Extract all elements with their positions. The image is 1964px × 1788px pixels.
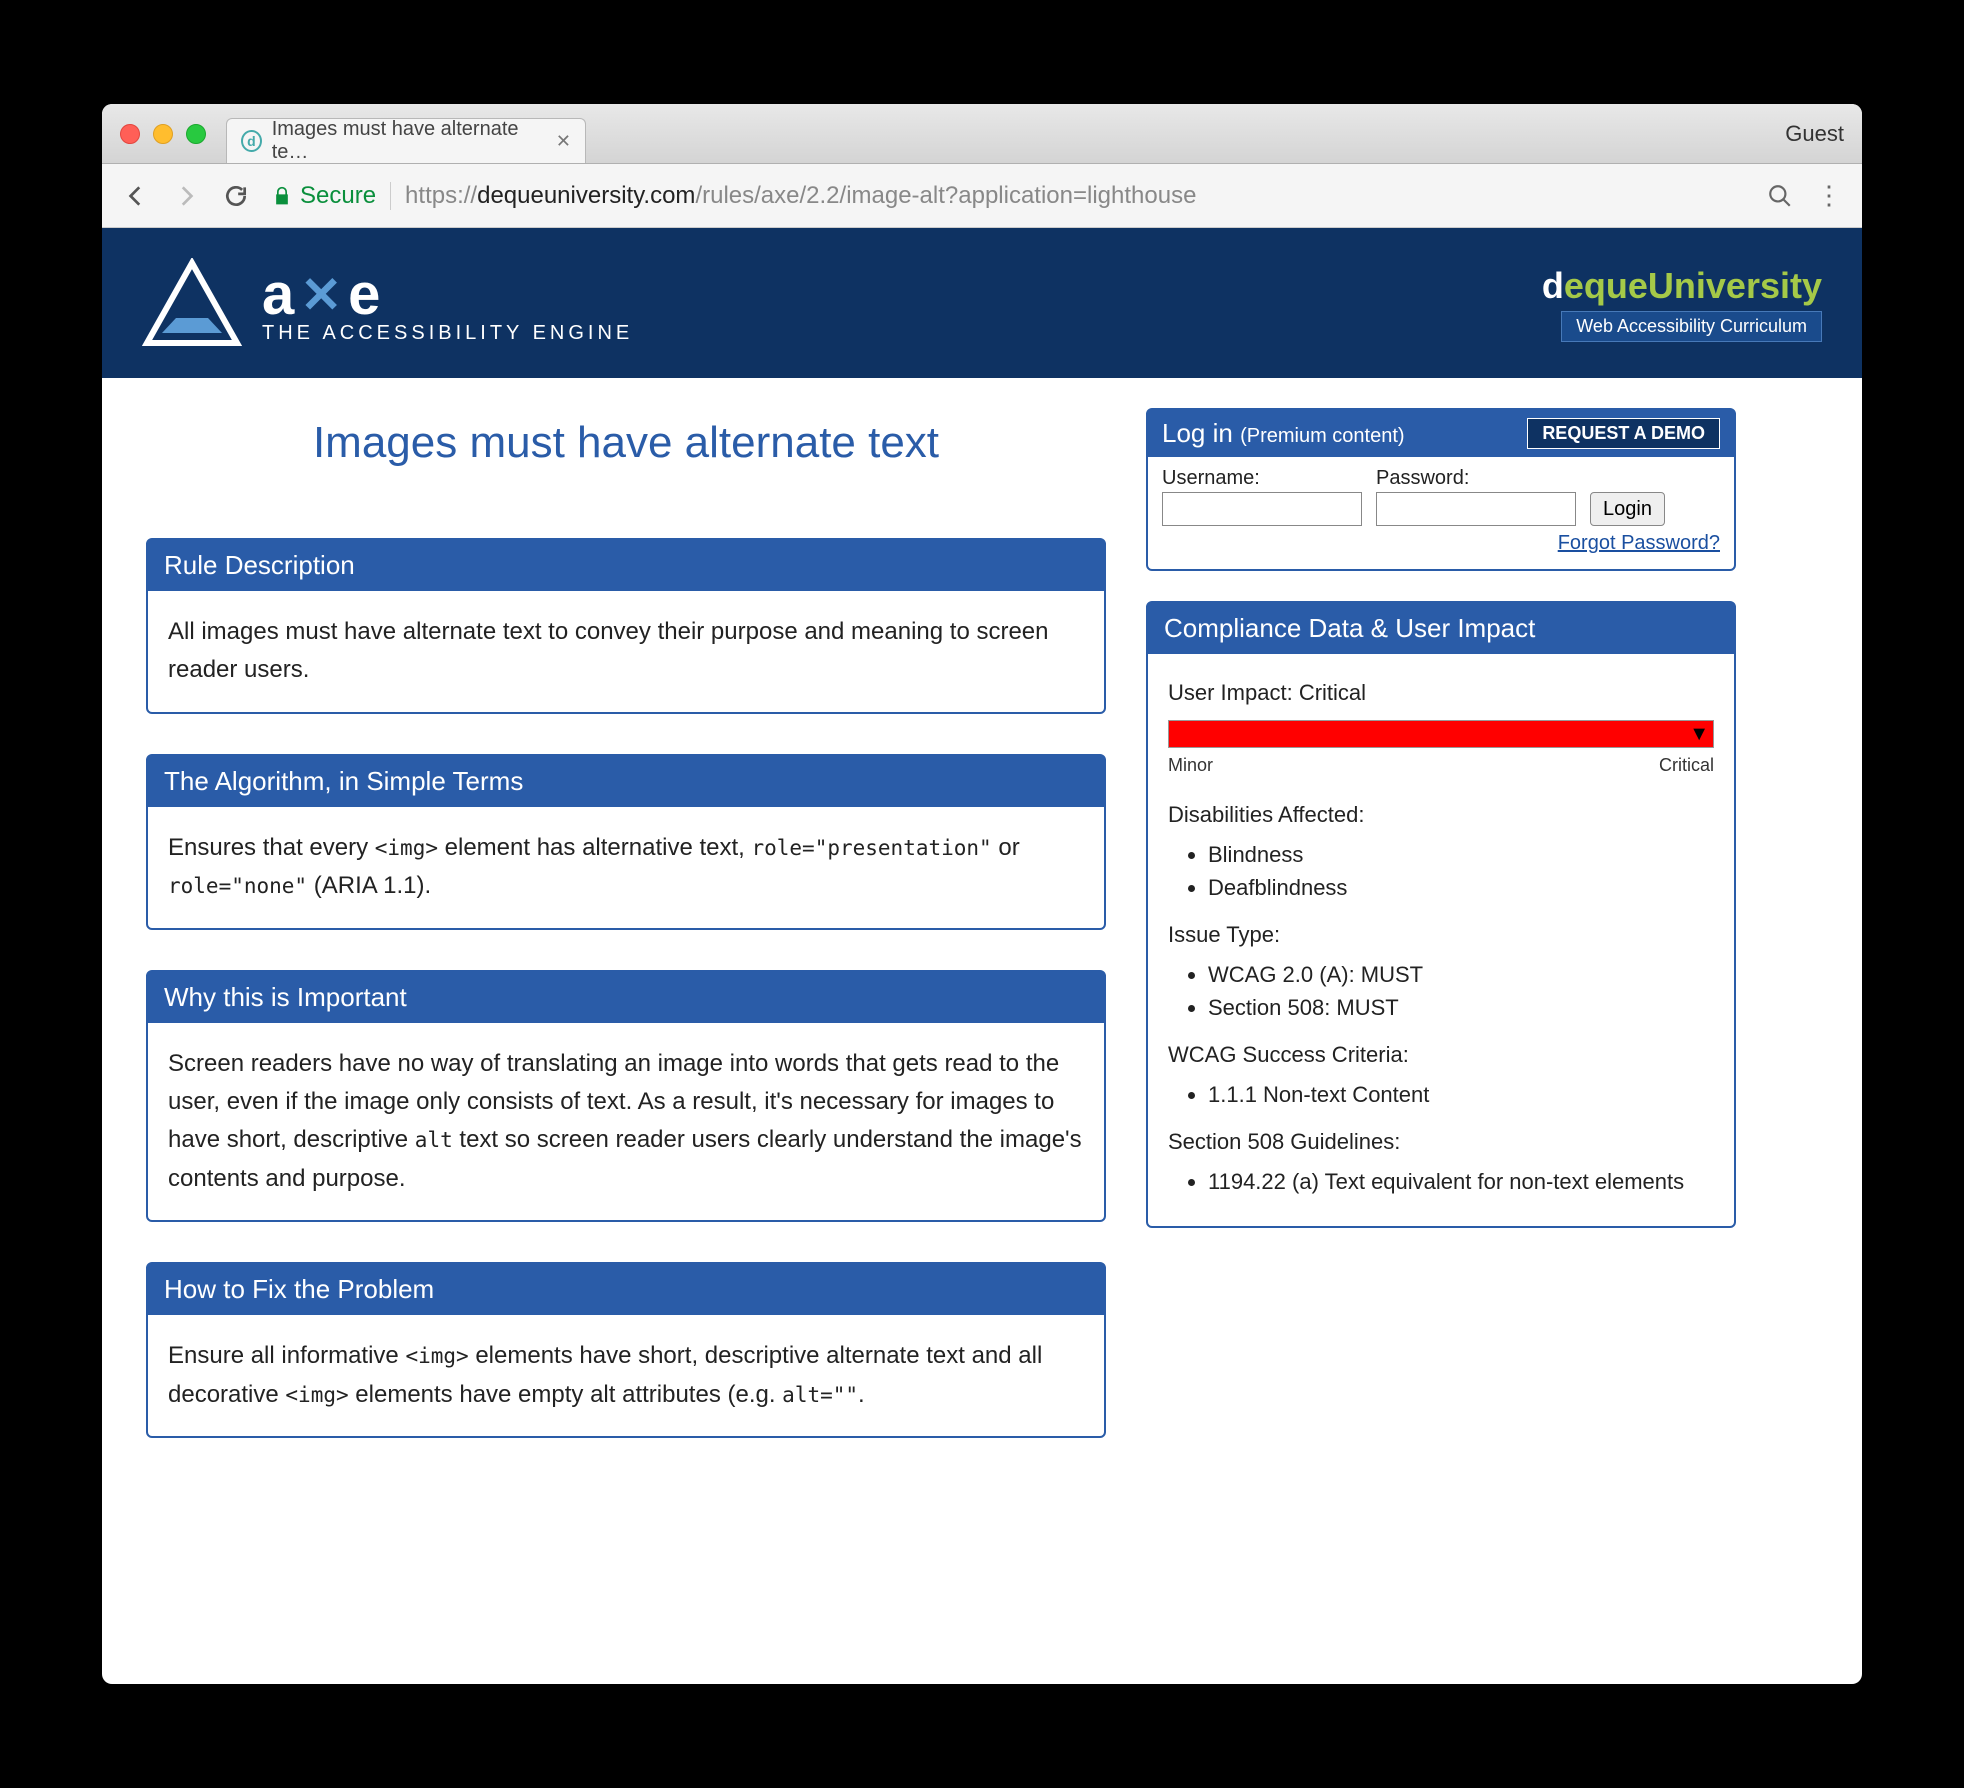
tab-title: Images must have alternate te… — [272, 118, 540, 164]
section508-label: Section 508 Guidelines: — [1168, 1125, 1714, 1159]
list-item: 1.1.1 Non-text Content — [1208, 1078, 1714, 1111]
axe-logo[interactable]: a✕e THE ACCESSIBILITY ENGINE — [142, 258, 633, 348]
axe-tagline: THE ACCESSIBILITY ENGINE — [262, 322, 633, 345]
algorithm-body: Ensures that every <img> element has alt… — [148, 807, 1104, 928]
username-input[interactable] — [1162, 492, 1362, 526]
why-important-body: Screen readers have no way of translatin… — [148, 1023, 1104, 1221]
disabilities-label: Disabilities Affected: — [1168, 798, 1714, 832]
browser-toolbar: Secure https://dequeuniversity.com/rules… — [102, 164, 1862, 228]
algorithm-panel: The Algorithm, in Simple Terms Ensures t… — [146, 754, 1106, 930]
list-item: WCAG 2.0 (A): MUST — [1208, 958, 1714, 991]
main-column: Images must have alternate text Rule Des… — [146, 408, 1106, 1654]
forgot-password-link[interactable]: Forgot Password? — [1558, 532, 1720, 554]
reload-button[interactable] — [222, 182, 250, 210]
user-impact-value: Critical — [1299, 680, 1366, 705]
user-impact-label: User Impact: Critical — [1168, 676, 1714, 710]
browser-window: d Images must have alternate te… ✕ Guest… — [102, 104, 1862, 1684]
password-input[interactable] — [1376, 492, 1576, 526]
lock-icon — [272, 185, 292, 207]
search-icon[interactable] — [1766, 182, 1794, 210]
site-header: a✕e THE ACCESSIBILITY ENGINE dequeUniver… — [102, 228, 1862, 378]
secure-indicator: Secure — [272, 182, 376, 210]
address-bar[interactable]: Secure https://dequeuniversity.com/rules… — [272, 176, 1744, 216]
list-item: Blindness — [1208, 838, 1714, 871]
profile-label[interactable]: Guest — [1785, 121, 1844, 147]
disabilities-list: Blindness Deafblindness — [1208, 838, 1714, 904]
rule-description-panel: Rule Description All images must have al… — [146, 538, 1106, 714]
impact-meter: ▼ — [1168, 720, 1714, 748]
list-item: Deafblindness — [1208, 871, 1714, 904]
forward-button[interactable] — [172, 182, 200, 210]
browser-tab[interactable]: d Images must have alternate te… ✕ — [226, 118, 586, 163]
tab-favicon: d — [241, 130, 262, 152]
compliance-heading: Compliance Data & User Impact — [1148, 603, 1734, 654]
minimize-window-button[interactable] — [153, 124, 173, 144]
list-item: 1194.22 (a) Text equivalent for non-text… — [1208, 1165, 1714, 1198]
how-to-fix-heading: How to Fix the Problem — [148, 1264, 1104, 1315]
impact-meter-marker-icon: ▼ — [1689, 719, 1709, 750]
algorithm-heading: The Algorithm, in Simple Terms — [148, 756, 1104, 807]
back-button[interactable] — [122, 182, 150, 210]
deque-subtitle: Web Accessibility Curriculum — [1561, 311, 1822, 342]
deque-university-logo[interactable]: dequeUniversity Web Accessibility Curric… — [1542, 265, 1822, 342]
rule-description-heading: Rule Description — [148, 540, 1104, 591]
login-panel: Log in (Premium content) REQUEST A DEMO … — [1146, 408, 1736, 571]
browser-menu-button[interactable]: ⋮ — [1816, 180, 1842, 211]
how-to-fix-body: Ensure all informative <img> elements ha… — [148, 1315, 1104, 1436]
how-to-fix-panel: How to Fix the Problem Ensure all inform… — [146, 1262, 1106, 1438]
close-window-button[interactable] — [120, 124, 140, 144]
axe-triangle-icon — [142, 258, 242, 348]
tab-close-icon[interactable]: ✕ — [556, 131, 571, 152]
titlebar: d Images must have alternate te… ✕ Guest — [102, 104, 1862, 164]
rule-description-body: All images must have alternate text to c… — [148, 591, 1104, 712]
list-item: Section 508: MUST — [1208, 991, 1714, 1024]
url-separator — [390, 182, 391, 210]
wcag-list: 1.1.1 Non-text Content — [1208, 1078, 1714, 1111]
secure-label: Secure — [300, 182, 376, 210]
page-title: Images must have alternate text — [146, 418, 1106, 468]
page-content: a✕e THE ACCESSIBILITY ENGINE dequeUniver… — [102, 228, 1862, 1684]
maximize-window-button[interactable] — [186, 124, 206, 144]
login-title: Log in (Premium content) — [1162, 418, 1405, 449]
impact-meter-min: Minor — [1168, 752, 1213, 780]
url-text: https://dequeuniversity.com/rules/axe/2.… — [405, 182, 1196, 210]
issue-type-list: WCAG 2.0 (A): MUST Section 508: MUST — [1208, 958, 1714, 1024]
username-label: Username: — [1162, 467, 1362, 490]
sidebar-column: Log in (Premium content) REQUEST A DEMO … — [1146, 408, 1736, 1654]
issue-type-label: Issue Type: — [1168, 918, 1714, 952]
section508-list: 1194.22 (a) Text equivalent for non-text… — [1208, 1165, 1714, 1198]
login-button[interactable]: Login — [1590, 492, 1665, 526]
why-important-panel: Why this is Important Screen readers hav… — [146, 970, 1106, 1223]
compliance-panel: Compliance Data & User Impact User Impac… — [1146, 601, 1736, 1228]
password-label: Password: — [1376, 467, 1576, 490]
wcag-label: WCAG Success Criteria: — [1168, 1038, 1714, 1072]
request-demo-button[interactable]: REQUEST A DEMO — [1527, 418, 1720, 449]
window-controls — [120, 124, 206, 144]
impact-meter-max: Critical — [1659, 752, 1714, 780]
axe-wordmark: a✕e — [262, 261, 633, 328]
why-important-heading: Why this is Important — [148, 972, 1104, 1023]
